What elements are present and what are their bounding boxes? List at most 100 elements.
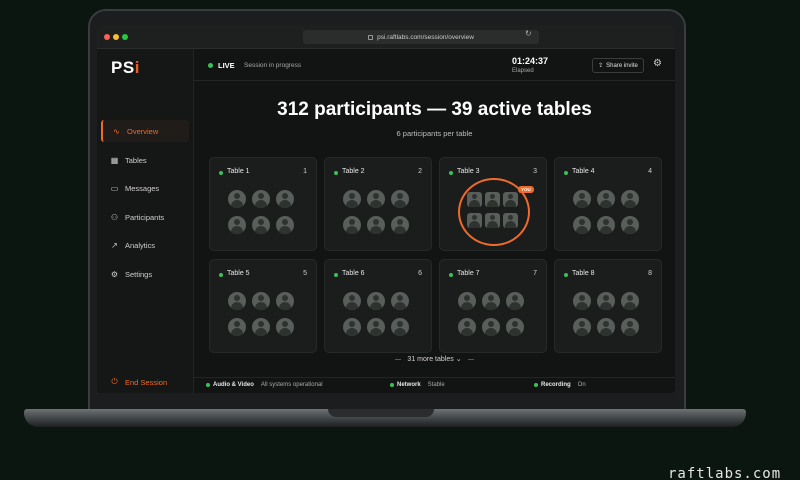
table-status-dot bbox=[449, 273, 453, 277]
table-status-dot bbox=[334, 171, 338, 175]
table-number: 8 bbox=[648, 270, 652, 277]
sidebar-item-overview[interactable]: ∿ Overview bbox=[101, 120, 189, 142]
app-logo[interactable]: PSi bbox=[111, 58, 140, 78]
participant-avatar bbox=[367, 216, 385, 234]
participant-avatar bbox=[276, 292, 294, 310]
status-bar: Audio & Video All systems operational Ne… bbox=[194, 377, 675, 393]
top-bar: LIVE Session in progress 01:24:37 Elapse… bbox=[194, 49, 675, 81]
table-card-5[interactable]: Table 5 5 bbox=[209, 259, 317, 353]
participant-avatar bbox=[573, 216, 591, 234]
participant-avatar bbox=[367, 292, 385, 310]
chat-icon: ▭ bbox=[110, 183, 119, 193]
participant-avatar bbox=[252, 190, 270, 208]
you-badge: YOU bbox=[518, 186, 534, 193]
sidebar-item-label: Messages bbox=[125, 183, 160, 193]
participant-avatar bbox=[228, 190, 246, 208]
participant-avatar bbox=[597, 292, 615, 310]
status-label: Recording bbox=[541, 382, 571, 388]
seat-grid bbox=[228, 190, 300, 234]
elapsed-label: Elapsed bbox=[512, 68, 534, 74]
elapsed-timer: 01:24:37 bbox=[512, 56, 549, 66]
table-card-4[interactable]: Table 4 4 bbox=[554, 157, 662, 251]
participant-avatar bbox=[343, 292, 361, 310]
participant-avatar bbox=[252, 292, 270, 310]
participant-avatar bbox=[252, 216, 270, 234]
participant-avatar bbox=[276, 216, 294, 234]
participant-avatar bbox=[621, 216, 639, 234]
url-text: psi.raftlabs.com/session/overview bbox=[377, 33, 474, 41]
gear-icon: ⚙ bbox=[110, 269, 119, 279]
participant-avatar bbox=[391, 216, 409, 234]
table-name: Table 1 bbox=[227, 168, 250, 175]
participant-avatar bbox=[367, 318, 385, 336]
table-status-dot bbox=[564, 273, 568, 277]
page-subtitle: 6 participants per table bbox=[396, 129, 473, 138]
participant-avatar bbox=[391, 318, 409, 336]
table-card-6[interactable]: Table 6 6 bbox=[324, 259, 432, 353]
participant-avatar bbox=[485, 192, 500, 207]
table-status-dot bbox=[219, 171, 223, 175]
browser-chrome: psi.raftlabs.com/session/overview ↻ bbox=[97, 25, 675, 49]
status-network: Network Stable bbox=[390, 382, 445, 388]
sidebar-item-analytics[interactable]: ↗ Analytics bbox=[101, 234, 189, 256]
table-number: 1 bbox=[303, 168, 307, 175]
participant-avatar bbox=[276, 190, 294, 208]
settings-gear-icon[interactable]: ⚙ bbox=[653, 58, 662, 69]
seat-grid bbox=[343, 292, 415, 336]
participant-avatar bbox=[485, 213, 500, 228]
maximize-window-button[interactable] bbox=[122, 34, 128, 40]
live-indicator-dot bbox=[208, 63, 213, 68]
seat-grid bbox=[573, 292, 645, 336]
participant-avatar bbox=[573, 190, 591, 208]
address-bar[interactable]: psi.raftlabs.com/session/overview bbox=[303, 30, 539, 44]
table-number: 5 bbox=[303, 270, 307, 277]
sidebar-item-tables[interactable]: ▦ Tables bbox=[101, 149, 189, 171]
table-card-2[interactable]: Table 2 2 bbox=[324, 157, 432, 251]
session-status: Session in progress bbox=[244, 62, 302, 69]
divider bbox=[467, 358, 474, 360]
sidebar-item-settings[interactable]: ⚙ Settings bbox=[101, 263, 189, 285]
participant-avatar bbox=[482, 318, 500, 336]
close-window-button[interactable] bbox=[104, 34, 110, 40]
table-number: 4 bbox=[648, 168, 652, 175]
reload-icon[interactable]: ↻ bbox=[525, 29, 532, 38]
end-session-label: End Session bbox=[125, 377, 168, 387]
table-number: 7 bbox=[533, 270, 537, 277]
table-card-8[interactable]: Table 8 8 bbox=[554, 259, 662, 353]
sidebar-item-label: Overview bbox=[127, 126, 159, 136]
table-status-dot bbox=[334, 273, 338, 277]
table-card-1[interactable]: Table 1 1 bbox=[209, 157, 317, 251]
lock-icon bbox=[368, 34, 374, 40]
more-tables-button[interactable]: 31 more tables ⌄ bbox=[194, 355, 675, 363]
end-session-button[interactable]: ⏻ End Session bbox=[101, 371, 189, 393]
table-status-dot bbox=[564, 171, 568, 175]
status-value: All systems operational bbox=[260, 382, 323, 388]
share-invite-button[interactable]: ⇪ Share invite bbox=[592, 58, 644, 73]
table-card-7[interactable]: Table 7 7 bbox=[439, 259, 547, 353]
live-label: LIVE bbox=[218, 61, 235, 70]
seat-grid bbox=[343, 190, 415, 234]
participant-avatar bbox=[621, 190, 639, 208]
status-recording: Recording On bbox=[534, 382, 586, 388]
table-number: 2 bbox=[418, 168, 422, 175]
participant-avatar bbox=[252, 318, 270, 336]
table-name: Table 6 bbox=[342, 270, 365, 277]
table-name: Table 8 bbox=[572, 270, 595, 277]
sidebar-item-messages[interactable]: ▭ Messages bbox=[101, 177, 189, 199]
sidebar-item-participants[interactable]: ⚇ Participants bbox=[101, 206, 189, 228]
chevron-down-icon: ⌄ bbox=[455, 356, 462, 363]
table-number: 6 bbox=[418, 270, 422, 277]
table-name: Table 3 bbox=[457, 168, 480, 175]
participant-avatar bbox=[503, 192, 518, 207]
status-dot bbox=[206, 383, 210, 387]
participant-avatar bbox=[228, 216, 246, 234]
sidebar-item-label: Settings bbox=[125, 269, 153, 279]
participant-avatar bbox=[573, 292, 591, 310]
participant-avatar bbox=[343, 318, 361, 336]
minimize-window-button[interactable] bbox=[113, 34, 119, 40]
table-card-3[interactable]: Table 3 3 YOU bbox=[439, 157, 547, 251]
status-dot bbox=[534, 383, 538, 387]
table-name: Table 2 bbox=[342, 168, 365, 175]
participant-avatar bbox=[467, 192, 482, 207]
participant-avatar bbox=[482, 292, 500, 310]
